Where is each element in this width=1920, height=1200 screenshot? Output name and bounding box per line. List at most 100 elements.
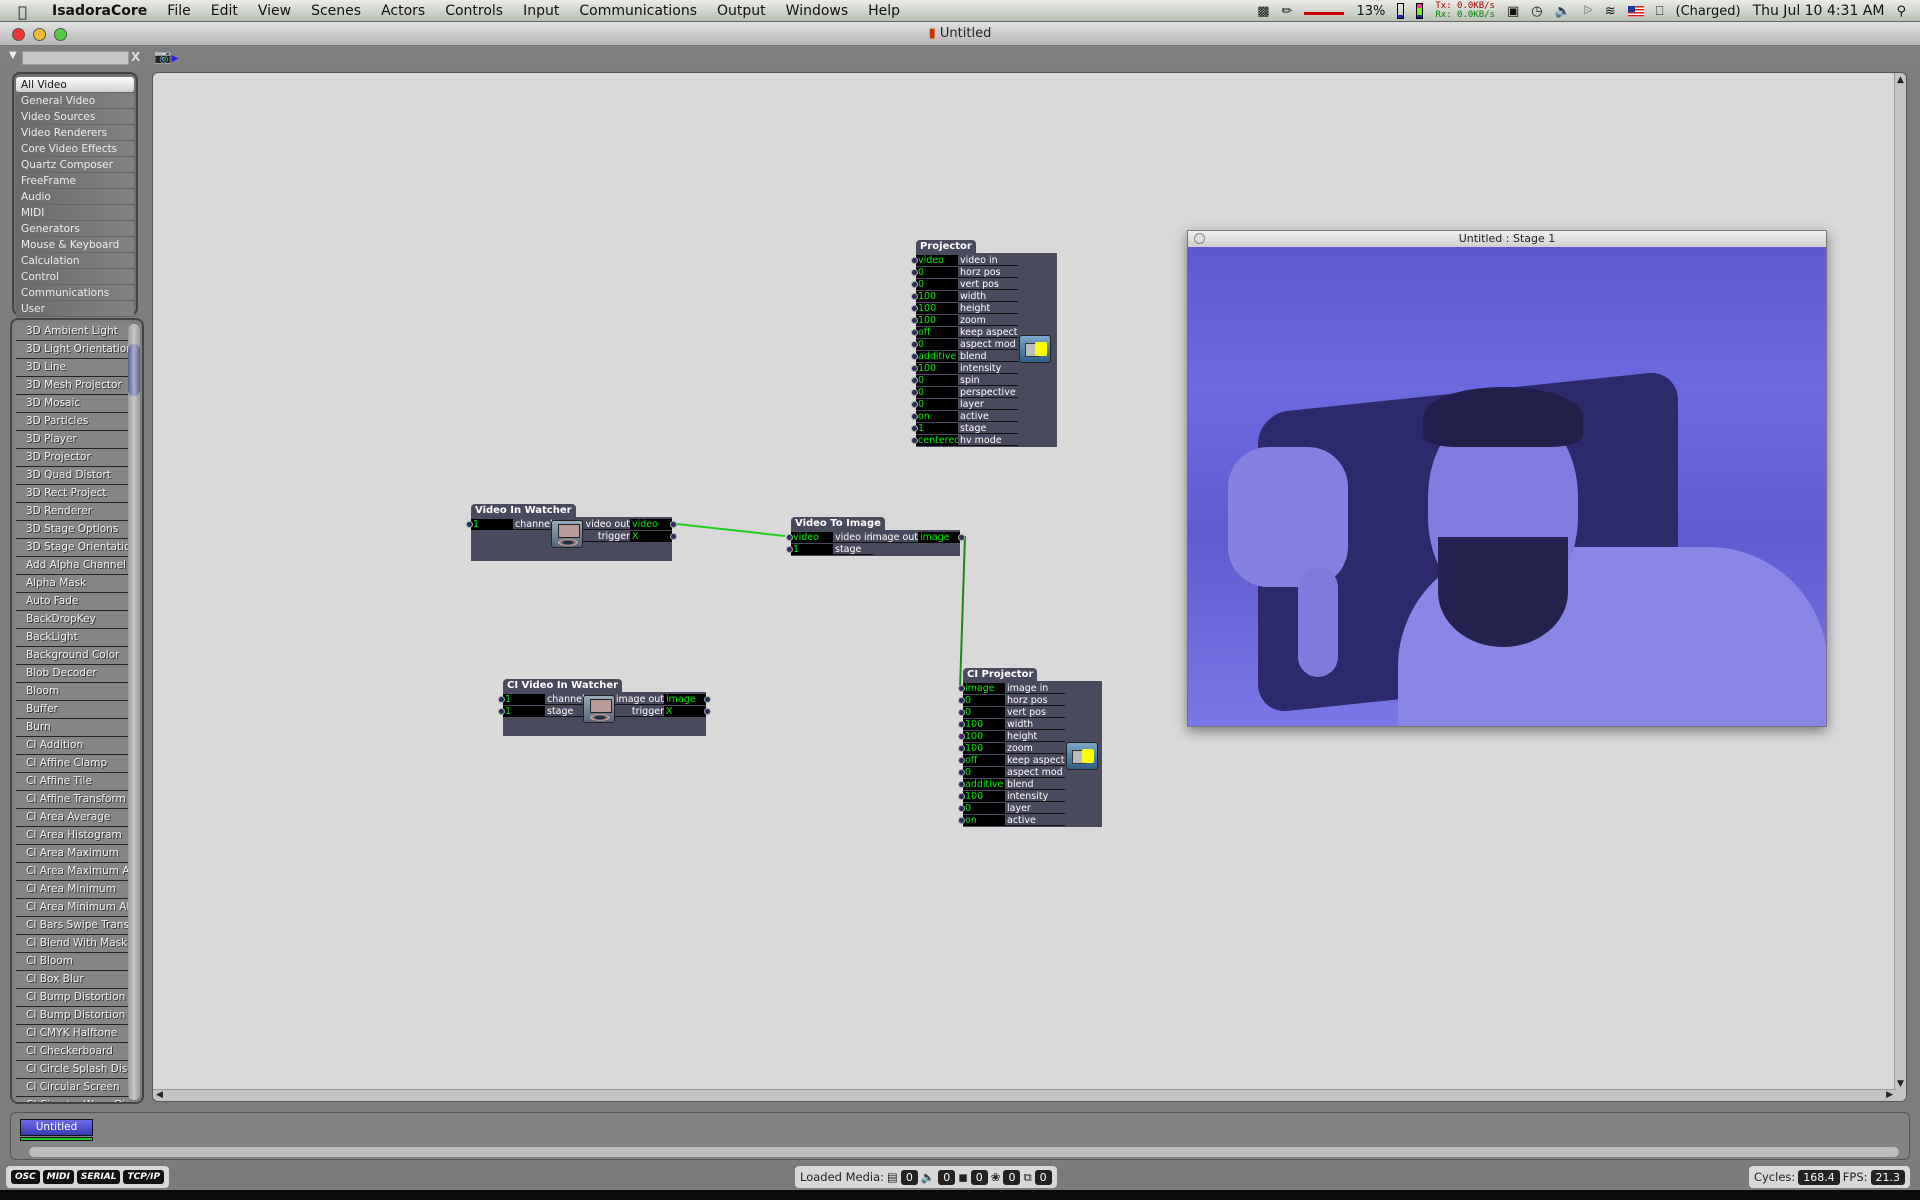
us-flag-icon[interactable]: [1627, 5, 1644, 17]
input-value[interactable]: 100: [963, 742, 1005, 754]
wire-video[interactable]: [676, 523, 786, 537]
input-value[interactable]: image: [963, 682, 1005, 694]
midi-button[interactable]: MIDI: [42, 1170, 74, 1184]
input-value[interactable]: off: [916, 326, 958, 338]
category-item[interactable]: MIDI: [16, 205, 134, 221]
input-value[interactable]: 100: [916, 314, 958, 326]
inlet-port[interactable]: [911, 376, 918, 384]
clear-filter-button[interactable]: X: [131, 50, 140, 64]
inlet-port[interactable]: [911, 412, 918, 420]
apple-menu-icon[interactable]: : [18, 3, 38, 21]
clock[interactable]: Thu Jul 10 4:31 AM: [1753, 3, 1885, 19]
category-item[interactable]: Communications: [16, 285, 134, 301]
inlet-port[interactable]: [466, 520, 473, 528]
inlet-port[interactable]: [911, 280, 918, 288]
actor-list-item[interactable]: Buffer: [16, 701, 130, 719]
input-value[interactable]: 1: [471, 518, 513, 530]
outlet-port[interactable]: [670, 520, 677, 528]
category-item[interactable]: Quartz Composer: [16, 157, 134, 173]
input-value[interactable]: 0: [916, 374, 958, 386]
stage-window[interactable]: Untitled : Stage 1: [1187, 230, 1827, 727]
actor-list-item[interactable]: CI Bloom: [16, 953, 130, 971]
menu-scenes[interactable]: Scenes: [311, 3, 361, 19]
power-icon[interactable]: ⎕: [1656, 4, 1664, 19]
inlet-port[interactable]: [786, 533, 793, 541]
osc-button[interactable]: OSC: [11, 1170, 40, 1184]
actor-list-item[interactable]: Bloom: [16, 683, 130, 701]
actor-projector[interactable]: Projector video video in 0 horz pos 0 vert pos…: [911, 240, 1057, 447]
menu-extra-icon[interactable]: ▩: [1257, 4, 1269, 19]
inlet-port[interactable]: [786, 545, 793, 553]
category-item[interactable]: Audio: [16, 189, 134, 205]
inlet-port[interactable]: [958, 768, 965, 776]
actor-list-item[interactable]: CI Circular Screen: [16, 1079, 130, 1097]
inlet-port[interactable]: [911, 424, 918, 432]
input-value[interactable]: additive: [916, 350, 958, 362]
inlet-port[interactable]: [911, 400, 918, 408]
menu-input[interactable]: Input: [523, 3, 559, 19]
actor-title[interactable]: CI Video In Watcher: [503, 679, 623, 692]
canvas-horizontal-scrollbar[interactable]: ◀ ▶: [153, 1089, 1896, 1101]
actor-list-item[interactable]: 3D Mosaic: [16, 395, 130, 413]
actor-list-item[interactable]: CI Circle Splash Distortion: [16, 1061, 130, 1079]
power-status[interactable]: (Charged): [1676, 4, 1741, 19]
canvas-vertical-scrollbar[interactable]: ▲ ▼: [1894, 73, 1906, 1101]
input-value[interactable]: 0: [916, 386, 958, 398]
input-value[interactable]: 1: [503, 693, 545, 705]
actor-title[interactable]: Projector: [916, 240, 976, 253]
input-value[interactable]: 100: [963, 730, 1005, 742]
inlet-port[interactable]: [958, 732, 965, 740]
menu-communications[interactable]: Communications: [579, 3, 697, 19]
actor-ci-video-in-watcher[interactable]: CI Video In Watcher 1 channel 1 stage image o…: [498, 679, 711, 736]
cpu-graph-icon[interactable]: [1304, 7, 1345, 15]
actor-list-item[interactable]: CI Bump Distortion: [16, 989, 130, 1007]
menu-controls[interactable]: Controls: [445, 3, 503, 19]
actor-list-item[interactable]: CI Area Average: [16, 809, 130, 827]
inlet-port[interactable]: [958, 780, 965, 788]
scene-scrollbar[interactable]: [29, 1147, 1899, 1157]
filter-disclosure-icon[interactable]: ▼: [9, 50, 17, 61]
inlet-port[interactable]: [911, 364, 918, 372]
actor-list-item[interactable]: CI Area Histogram: [16, 827, 130, 845]
input-value[interactable]: video: [791, 531, 833, 543]
actor-list-item[interactable]: CI CMYK Halftone: [16, 1025, 130, 1043]
actor-video-in-watcher[interactable]: Video In Watcher 1 channel video out video tr…: [466, 504, 677, 561]
menu-file[interactable]: File: [167, 3, 190, 19]
battery-percent[interactable]: 13%: [1356, 4, 1385, 19]
actor-list-item[interactable]: CI Area Minimum Alpha: [16, 899, 130, 917]
outlet-port[interactable]: [670, 532, 677, 540]
input-value[interactable]: 1: [916, 422, 958, 434]
inlet-port[interactable]: [498, 707, 505, 715]
actor-list-item[interactable]: CI Bump Distortion Linear: [16, 1007, 130, 1025]
scrollbar-thumb[interactable]: [128, 344, 140, 396]
inlet-port[interactable]: [958, 756, 965, 764]
input-value[interactable]: additive: [963, 778, 1005, 790]
actor-list-item[interactable]: 3D Renderer: [16, 503, 130, 521]
actor-list-item[interactable]: Burn: [16, 719, 130, 737]
actor-list-item[interactable]: CI Affine Transform: [16, 791, 130, 809]
category-item[interactable]: FreeFrame: [16, 173, 134, 189]
output-value[interactable]: video: [630, 518, 672, 530]
minimize-window-button[interactable]: [33, 28, 46, 41]
actor-list-item[interactable]: Add Alpha Channel: [16, 557, 130, 575]
category-item[interactable]: User: [16, 301, 134, 317]
actor-list-item[interactable]: CI Box Blur: [16, 971, 130, 989]
category-item[interactable]: Core Video Effects: [16, 141, 134, 157]
input-value[interactable]: on: [916, 410, 958, 422]
spotlight-search-icon[interactable]: ⚲: [1896, 4, 1906, 19]
scene-tab[interactable]: Untitled: [20, 1119, 93, 1136]
serial-button[interactable]: SERIAL: [76, 1170, 121, 1184]
actor-list-item[interactable]: 3D Line: [16, 359, 130, 377]
inlet-port[interactable]: [911, 304, 918, 312]
actor-list-item[interactable]: Alpha Mask: [16, 575, 130, 593]
input-value[interactable]: 100: [916, 302, 958, 314]
actor-list-item[interactable]: CI Bars Swipe Transition: [16, 917, 130, 935]
input-value[interactable]: 0: [916, 338, 958, 350]
menu-edit[interactable]: Edit: [211, 3, 238, 19]
output-value[interactable]: X: [630, 530, 672, 542]
category-item[interactable]: Video Renderers: [16, 125, 134, 141]
input-value[interactable]: 0: [916, 266, 958, 278]
stage-title-bar[interactable]: Untitled : Stage 1: [1188, 231, 1826, 247]
actor-list-item[interactable]: 3D Ambient Light: [16, 323, 130, 341]
display-icon[interactable]: ▣: [1507, 4, 1519, 19]
